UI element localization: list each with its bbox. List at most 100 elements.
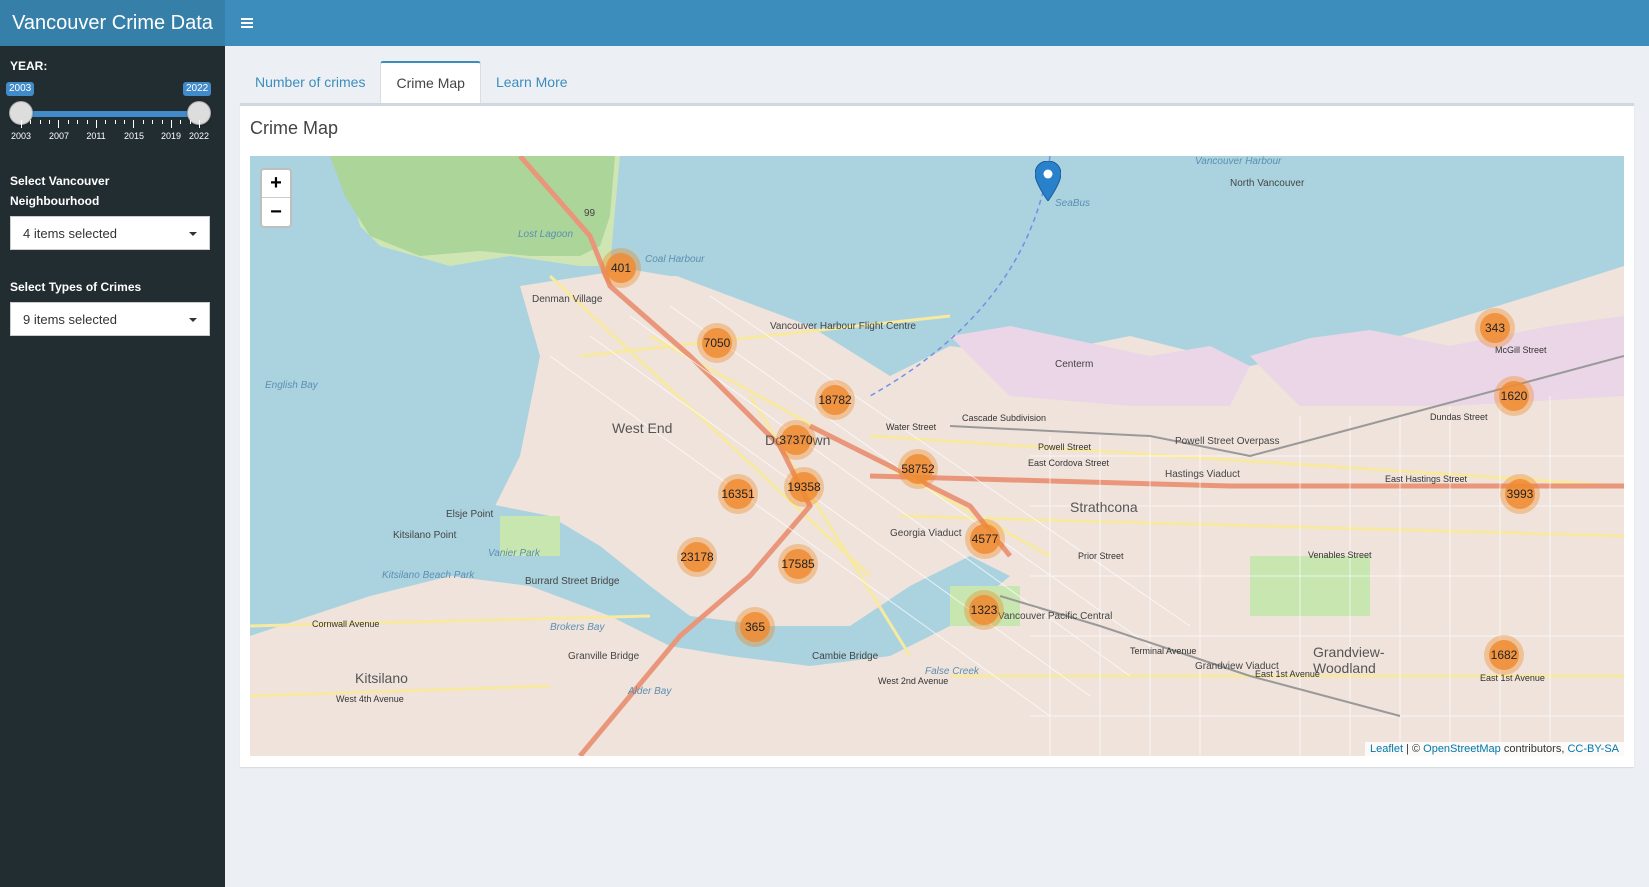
slider-tick — [58, 120, 60, 128]
place-label: Vancouver Harbour — [1195, 156, 1282, 167]
crime-cluster-marker[interactable]: 3993 — [1500, 474, 1540, 514]
crime-cluster-marker[interactable]: 58752 — [898, 449, 938, 489]
place-label: English Bay — [265, 380, 318, 391]
zoom-in-button[interactable]: + — [262, 170, 290, 198]
crime-cluster-marker[interactable]: 18782 — [815, 380, 855, 420]
crime-cluster-marker[interactable]: 365 — [735, 607, 775, 647]
neighbourhood-select-value: 4 items selected — [23, 225, 117, 241]
slider-tick — [189, 120, 191, 124]
street-label: Cascade Subdivision — [962, 413, 1047, 423]
cluster-count: 17585 — [781, 549, 815, 579]
crime-type-select[interactable]: 9 items selected — [10, 302, 210, 336]
slider-tick — [161, 120, 163, 124]
cluster-count: 23178 — [680, 542, 714, 572]
zoom-out-button[interactable]: − — [262, 198, 290, 226]
crime-cluster-marker[interactable]: 16351 — [718, 474, 758, 514]
crime-cluster-marker[interactable]: 17585 — [778, 544, 818, 584]
place-label: Vancouver Harbour Flight Centre — [770, 321, 916, 332]
osm-link[interactable]: OpenStreetMap — [1423, 743, 1501, 755]
tab-learn-more[interactable]: Learn More — [481, 61, 583, 103]
tab-number-of-crimes[interactable]: Number of crimes — [240, 61, 380, 103]
street-label: Water Street — [886, 422, 937, 432]
place-label: Vanier Park — [488, 548, 540, 559]
place-label: Brokers Bay — [550, 622, 605, 633]
place-label: Centerm — [1055, 359, 1094, 370]
attribution-text: | © — [1403, 743, 1424, 755]
place-label: Lost Lagoon — [518, 229, 574, 240]
slider-tick — [124, 120, 126, 124]
slider-tick — [86, 120, 88, 124]
place-label: Georgia Viaduct — [890, 528, 962, 539]
tick-label: 2003 — [10, 131, 32, 141]
year-max-badge: 2022 — [183, 82, 212, 96]
slider-tick — [114, 120, 116, 124]
crime-cluster-marker[interactable]: 1620 — [1494, 376, 1534, 416]
slider-tick — [21, 120, 22, 128]
crime-cluster-marker[interactable]: 19358 — [784, 467, 824, 507]
tick-label: 2022 — [188, 131, 210, 141]
slider-tick — [30, 120, 32, 124]
street-label: East Hastings Street — [1385, 474, 1468, 484]
crime-cluster-marker[interactable]: 4577 — [965, 519, 1005, 559]
place-label: Kitsilano Point — [393, 530, 457, 541]
tick-label: 2007 — [48, 131, 70, 141]
tab-crime-map[interactable]: Crime Map — [380, 61, 481, 103]
crime-cluster-marker[interactable]: 1323 — [964, 590, 1004, 630]
leaflet-link[interactable]: Leaflet — [1370, 743, 1403, 755]
place-label: Granville Bridge — [568, 651, 640, 662]
crime-cluster-marker[interactable]: 37370 — [776, 420, 816, 460]
cluster-count: 1682 — [1489, 640, 1519, 670]
crime-cluster-marker[interactable]: 1682 — [1484, 635, 1524, 675]
street-label: West 2nd Avenue — [878, 676, 949, 686]
place-label: Cambie Bridge — [812, 651, 879, 662]
main-header: Vancouver Crime Data — [0, 0, 1649, 46]
cluster-count: 401 — [606, 253, 636, 283]
cluster-count: 37370 — [779, 425, 813, 455]
slider-tick — [39, 120, 41, 124]
place-label: Kitsilano — [355, 670, 408, 686]
street-label: Terminal Avenue — [1130, 646, 1197, 656]
top-navbar — [225, 0, 1649, 46]
year-min-badge: 2003 — [6, 82, 35, 96]
slider-tick — [77, 120, 79, 124]
leaflet-map[interactable]: West End Downtown Strathcona Kitsilano G… — [250, 156, 1624, 756]
place-label: Grandview- — [1313, 644, 1385, 660]
cluster-count: 1323 — [969, 595, 999, 625]
street-label: Dundas Street — [1430, 412, 1488, 422]
cluster-count: 343 — [1480, 313, 1510, 343]
place-label: Strathcona — [1070, 499, 1138, 515]
place-label: Hastings Viaduct — [1165, 469, 1240, 480]
slider-tick — [180, 120, 182, 124]
crime-cluster-marker[interactable]: 401 — [601, 248, 641, 288]
year-slider-range[interactable] — [21, 111, 199, 117]
neighbourhood-label-line1: Select Vancouver — [10, 174, 110, 188]
neighbourhood-label-line2: Neighbourhood — [10, 194, 100, 208]
street-label: East 1st Avenue — [1480, 673, 1545, 683]
crime-cluster-marker[interactable]: 7050 — [697, 323, 737, 363]
crime-cluster-marker[interactable]: 23178 — [677, 537, 717, 577]
license-link[interactable]: CC-BY-SA — [1567, 743, 1619, 755]
zoom-control: + − — [260, 168, 292, 228]
place-label: Vancouver Pacific Central — [998, 611, 1113, 622]
street-label: Cornwall Avenue — [312, 619, 380, 629]
cluster-count: 19358 — [787, 472, 821, 502]
place-label: West End — [612, 420, 673, 436]
cluster-count: 3993 — [1505, 479, 1535, 509]
place-label: Denman Village — [532, 294, 603, 305]
street-label: East Cordova Street — [1028, 458, 1110, 468]
year-slider-ticks — [21, 120, 200, 130]
attribution-text: contributors, — [1500, 743, 1568, 755]
neighbourhood-select[interactable]: 4 items selected — [10, 216, 210, 250]
box-title: Crime Map — [250, 118, 339, 138]
cluster-count: 365 — [740, 612, 770, 642]
crime-cluster-marker[interactable]: 343 — [1475, 308, 1515, 348]
cluster-count: 18782 — [818, 385, 852, 415]
tick-label: 2015 — [123, 131, 145, 141]
cluster-count: 16351 — [721, 479, 755, 509]
street-label: East 1st Avenue — [1255, 669, 1320, 679]
map-attribution: Leaflet | © OpenStreetMap contributors, … — [1364, 742, 1624, 756]
sidebar-toggle-button[interactable] — [225, 0, 269, 46]
year-label: YEAR: — [10, 59, 48, 73]
crime-type-select-value: 9 items selected — [23, 311, 117, 327]
place-label: Kitsilano Beach Park — [382, 570, 475, 581]
